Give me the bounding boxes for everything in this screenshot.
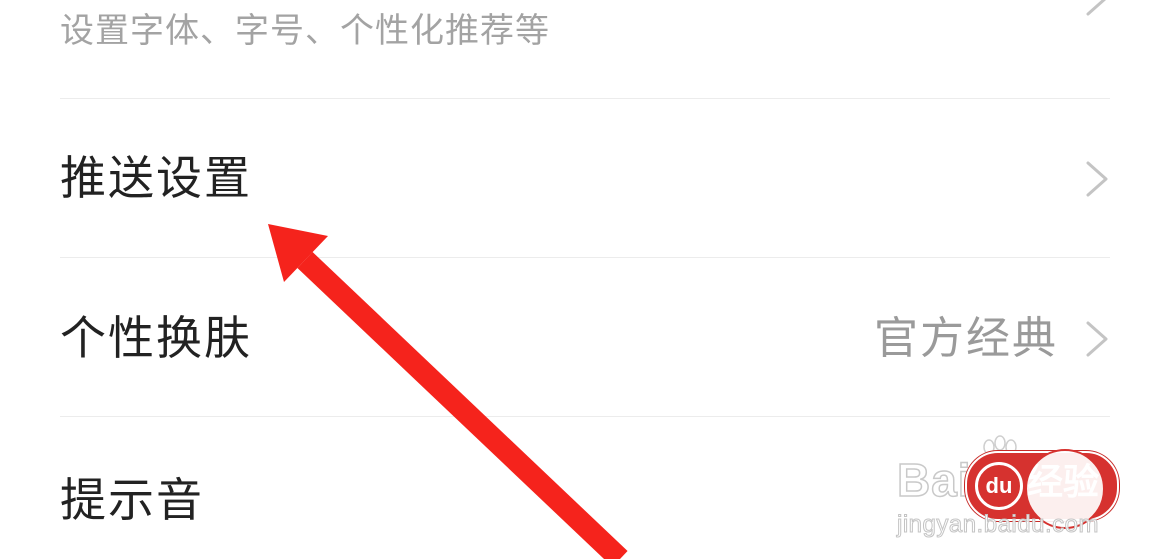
settings-row-skin-value: 官方经典 [874, 313, 1058, 364]
settings-screen: 设置字体、字号、个性化推荐等 推送设置 个性换肤 官方经典 提示音 Bai du… [0, 0, 1170, 559]
chevron-right-icon [1084, 159, 1110, 199]
settings-row-push-label: 推送设置 [60, 151, 252, 205]
settings-row-skin[interactable]: 个性换肤 官方经典 [60, 258, 1110, 416]
settings-row-skin-label: 个性换肤 [60, 311, 252, 365]
settings-row-display[interactable]: 设置字体、字号、个性化推荐等 [60, 0, 1110, 98]
settings-row-sound[interactable]: 提示音 [60, 417, 1110, 559]
settings-row-push[interactable]: 推送设置 [60, 99, 1110, 257]
chevron-right-icon [1084, 319, 1110, 359]
chevron-right-icon [1084, 0, 1110, 18]
settings-row-display-subtitle: 设置字体、字号、个性化推荐等 [60, 11, 550, 51]
settings-row-sound-label: 提示音 [60, 473, 204, 527]
